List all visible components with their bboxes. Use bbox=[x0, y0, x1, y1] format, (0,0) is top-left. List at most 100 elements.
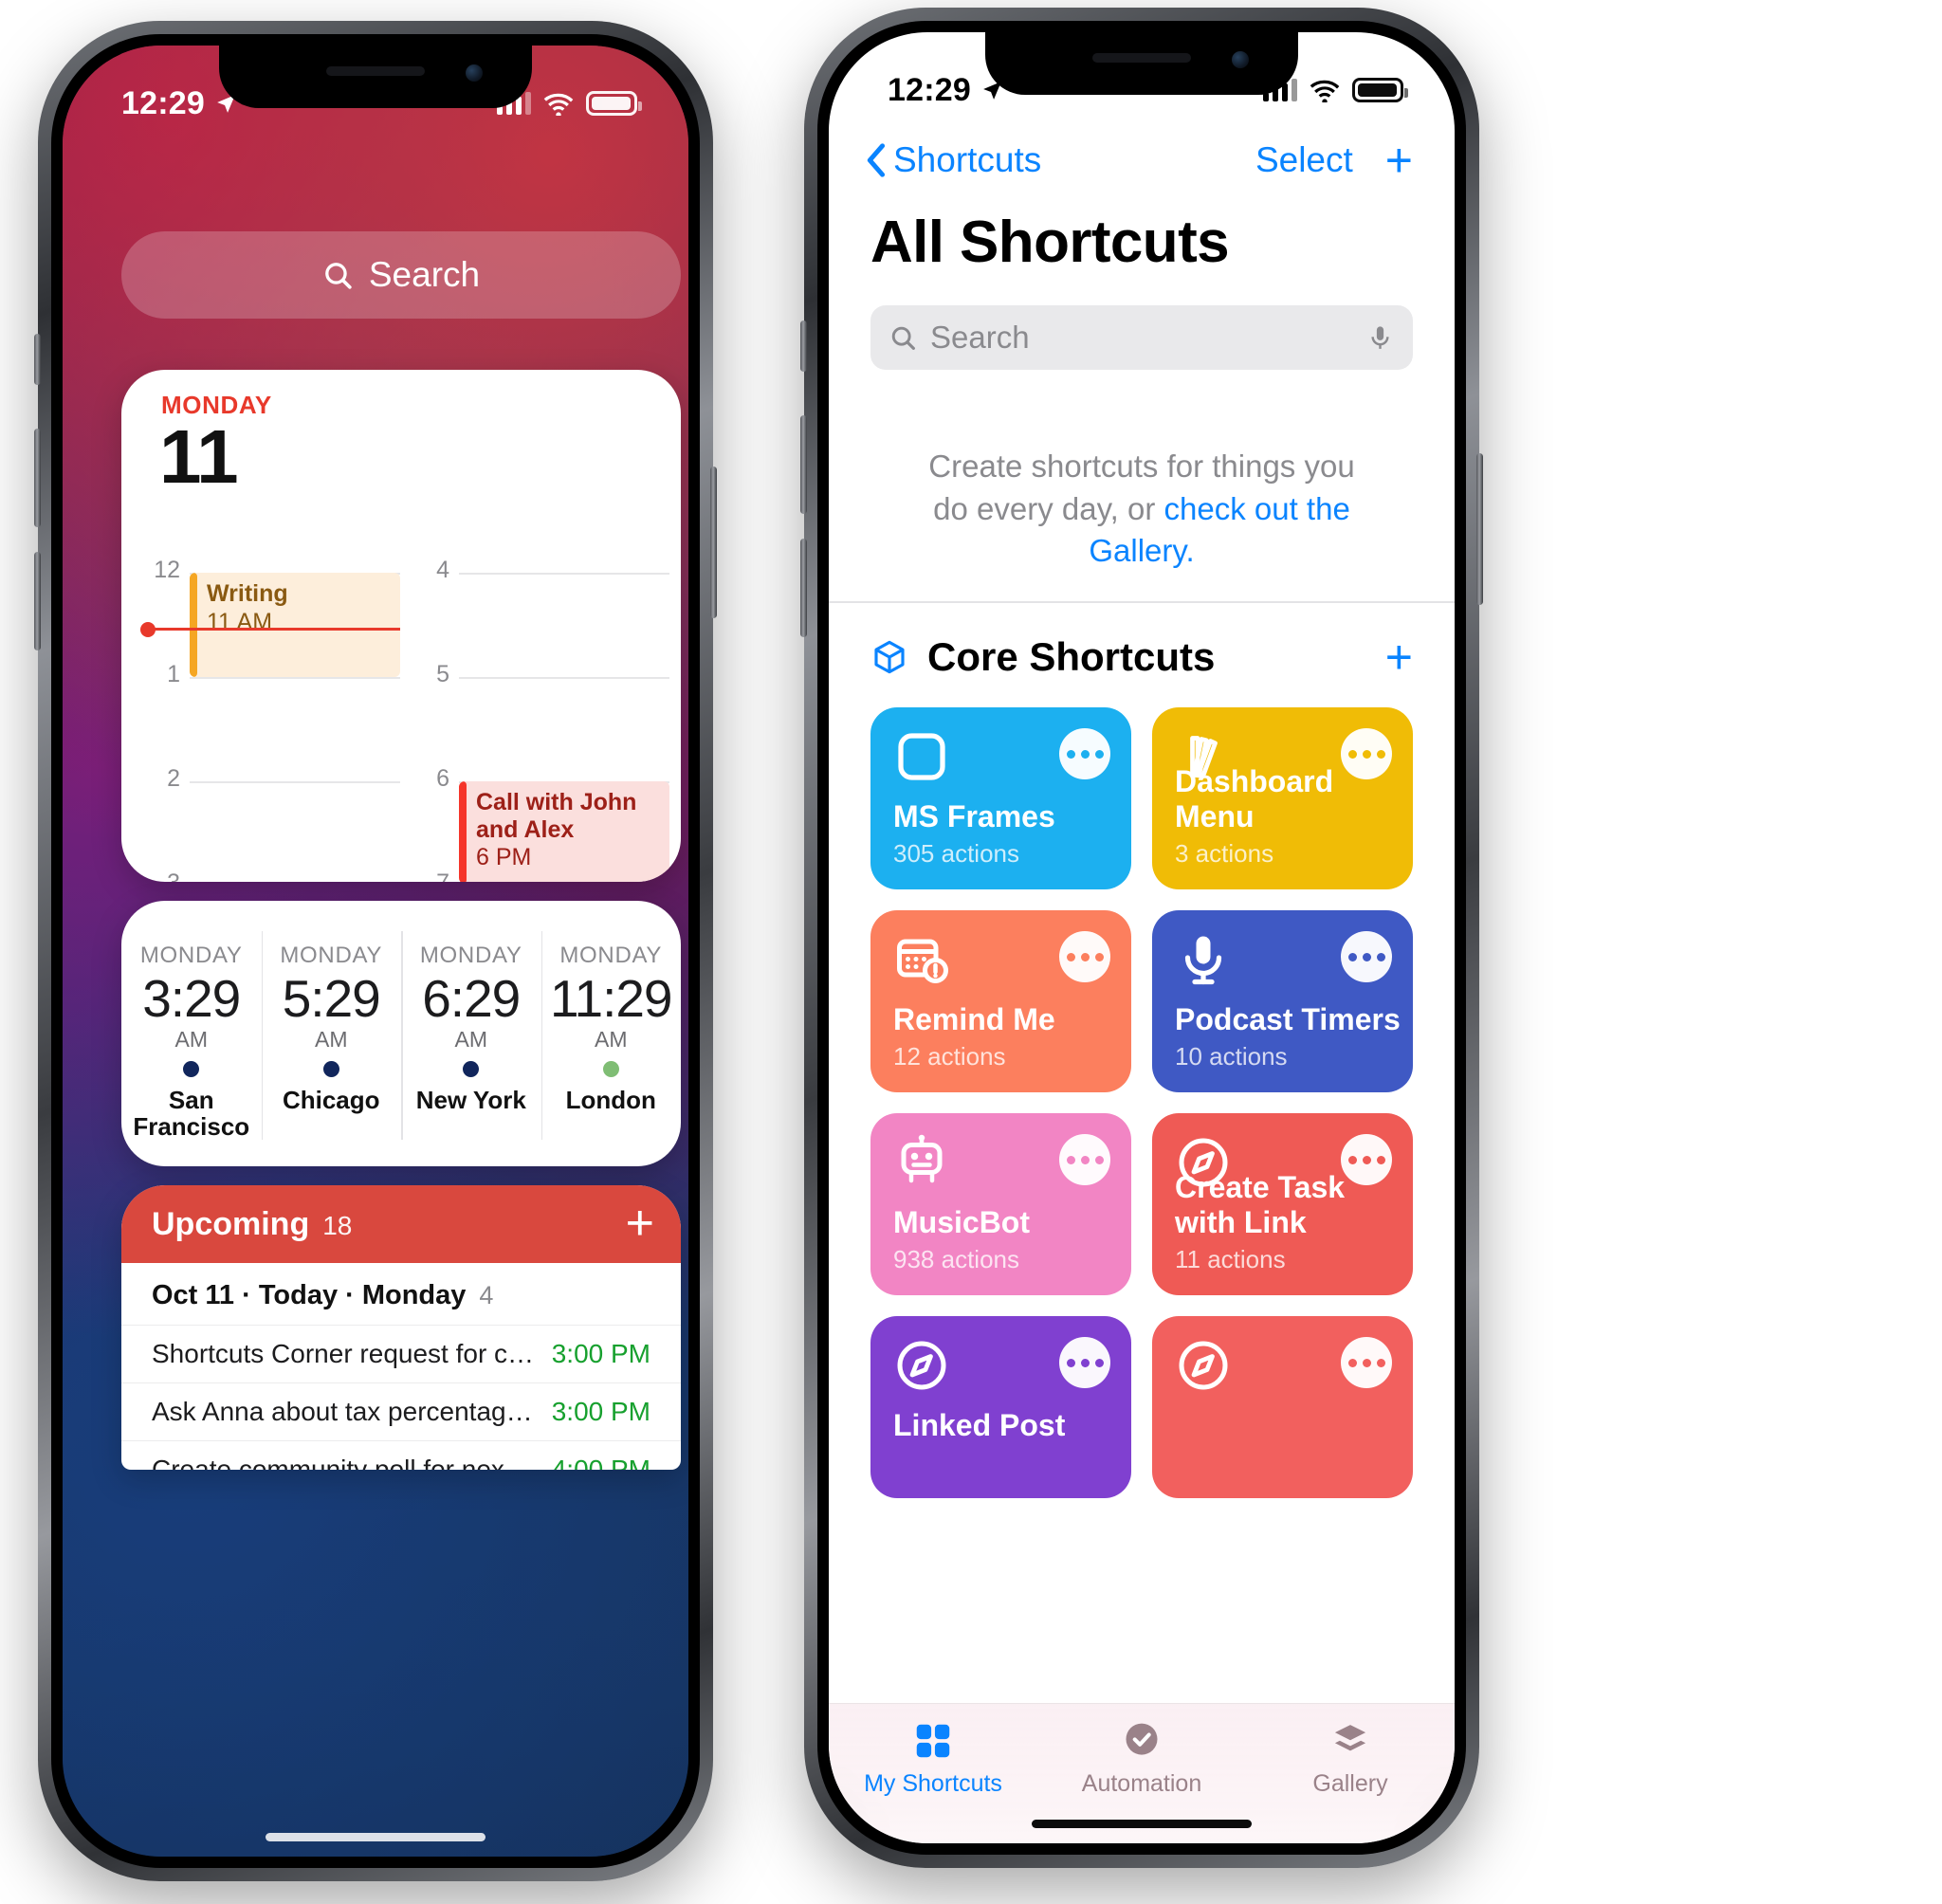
clock-day: MONDAY bbox=[559, 943, 663, 968]
mute-switch[interactable] bbox=[34, 334, 41, 385]
tile-name: Podcast Timers bbox=[1175, 1002, 1401, 1036]
shortcut-tile-remind-me[interactable]: Remind Me 12 actions bbox=[870, 910, 1131, 1092]
search-placeholder: Search bbox=[930, 320, 1030, 355]
microphone-icon[interactable] bbox=[1366, 324, 1394, 352]
shortcut-tile-create-task-with-link[interactable]: Create Task with Link 11 actions bbox=[1152, 1113, 1413, 1295]
home-indicator[interactable] bbox=[1032, 1820, 1252, 1828]
clock-time: 6:29 bbox=[422, 969, 521, 1028]
shortcut-tile-eighth[interactable] bbox=[1152, 1316, 1413, 1498]
world-clock-widget[interactable]: MONDAY 3:29 AM San Francisco MONDAY 5:29… bbox=[121, 901, 681, 1166]
clock-city: San Francisco bbox=[133, 1085, 250, 1142]
front-camera bbox=[466, 64, 483, 82]
tab-gallery[interactable]: Gallery bbox=[1246, 1719, 1455, 1798]
upcoming-title-group: Upcoming 18 bbox=[152, 1206, 352, 1243]
back-button-label: Shortcuts bbox=[893, 140, 1042, 179]
shortcuts-app: 12:29 Shortcuts Select + All Shortcuts S… bbox=[829, 32, 1455, 1843]
task-time: 4:00 PM bbox=[551, 1455, 650, 1470]
tile-name: Dashboard Menu bbox=[1175, 764, 1334, 833]
task-row[interactable]: Shortcuts Corner request for calculate..… bbox=[121, 1325, 681, 1382]
tab-automation[interactable]: Automation bbox=[1037, 1719, 1246, 1798]
upcoming-group-label: Oct 11 · Today · Monday bbox=[152, 1280, 467, 1310]
calendar-column-morning: 12 1 2 3 4 Writing 11 AM bbox=[148, 542, 400, 882]
spotlight-search-button[interactable]: Search bbox=[121, 231, 681, 319]
tile-more-button[interactable] bbox=[1341, 1337, 1392, 1388]
tile-name: MS Frames bbox=[893, 799, 1055, 833]
power-button[interactable] bbox=[1476, 453, 1483, 605]
tile-more-button[interactable] bbox=[1059, 931, 1110, 982]
nav-actions: Select + bbox=[1255, 137, 1413, 184]
daynight-dot-icon bbox=[322, 1060, 339, 1077]
power-button[interactable] bbox=[710, 467, 717, 618]
hour-label: 7 bbox=[417, 870, 449, 882]
event-time: 11 AM bbox=[207, 608, 273, 635]
volume-down-button[interactable] bbox=[800, 539, 807, 637]
calendar-event-call[interactable]: Call with John and Alex 6 PM bbox=[459, 781, 669, 882]
page-title: All Shortcuts bbox=[870, 210, 1230, 275]
clock-day: MONDAY bbox=[419, 943, 522, 968]
clock-ampm: AM bbox=[315, 1026, 348, 1052]
clock-ampm: AM bbox=[454, 1026, 488, 1052]
calendar-widget[interactable]: MONDAY 11 12 1 2 3 4 Writing bbox=[121, 370, 681, 882]
empty-state-message: Create shortcuts for things you do every… bbox=[920, 446, 1364, 573]
calendar-date: 11 bbox=[159, 414, 239, 499]
select-button[interactable]: Select bbox=[1255, 140, 1353, 180]
shortcut-tile-ms-frames[interactable]: MS Frames 305 actions bbox=[870, 707, 1131, 889]
volume-down-button[interactable] bbox=[34, 552, 41, 650]
shortcut-tile-podcast-timers[interactable]: Podcast Timers 10 actions bbox=[1152, 910, 1413, 1092]
spotlight-search-label: Search bbox=[368, 255, 481, 294]
add-task-button[interactable]: + bbox=[626, 1199, 654, 1248]
mute-switch[interactable] bbox=[800, 320, 807, 372]
earpiece-speaker bbox=[326, 66, 425, 76]
tile-actions: 10 actions bbox=[1175, 1042, 1288, 1071]
upcoming-title: Upcoming bbox=[152, 1205, 310, 1242]
battery-icon bbox=[1352, 78, 1408, 102]
calendar-event-writing[interactable]: Writing 11 AM bbox=[190, 573, 400, 677]
tile-actions: 938 actions bbox=[893, 1245, 1019, 1273]
tile-more-button[interactable] bbox=[1059, 1337, 1110, 1388]
grid-icon bbox=[916, 1724, 950, 1758]
daynight-dot-icon bbox=[463, 1060, 480, 1077]
calendar-alert-icon bbox=[896, 939, 948, 984]
tile-name: Remind Me bbox=[893, 1002, 1055, 1036]
upcoming-count: 18 bbox=[322, 1210, 353, 1240]
tile-more-button[interactable] bbox=[1059, 1134, 1110, 1185]
upcoming-tasks-widget[interactable]: Upcoming 18 + Oct 11 · Today · Monday 4 … bbox=[121, 1185, 681, 1470]
tile-name: MusicBot bbox=[893, 1205, 1030, 1239]
robot-icon bbox=[901, 1134, 943, 1183]
tile-more-button[interactable] bbox=[1059, 728, 1110, 779]
volume-up-button[interactable] bbox=[800, 415, 807, 514]
tile-more-button[interactable] bbox=[1341, 931, 1392, 982]
hour-label: 2 bbox=[167, 765, 180, 792]
back-button[interactable]: Shortcuts bbox=[863, 140, 1041, 180]
task-name: Ask Anna about tax percentage for divi..… bbox=[152, 1397, 535, 1426]
event-time: 6 PM bbox=[476, 844, 532, 870]
tile-actions: 12 actions bbox=[893, 1042, 1006, 1071]
search-field[interactable]: Search bbox=[870, 305, 1413, 370]
task-time: 3:00 PM bbox=[551, 1397, 650, 1426]
home-indicator[interactable] bbox=[266, 1833, 486, 1841]
section-title: Core Shortcuts bbox=[927, 634, 1216, 679]
microphone-icon bbox=[1184, 936, 1222, 985]
task-row[interactable]: Create community poll for next AV Club 4… bbox=[121, 1440, 681, 1470]
section-header-core-shortcuts: Core Shortcuts + bbox=[870, 628, 1413, 687]
volume-up-button[interactable] bbox=[34, 429, 41, 527]
task-row[interactable]: Ask Anna about tax percentage for divi..… bbox=[121, 1382, 681, 1440]
shortcuts-app-screen: 12:29 Shortcuts Select + All Shortcuts S… bbox=[829, 32, 1455, 1843]
compass-icon bbox=[1179, 1341, 1228, 1390]
clock-cell-san-francisco: MONDAY 3:29 AM San Francisco bbox=[121, 901, 262, 1166]
current-time-indicator bbox=[140, 622, 400, 637]
upcoming-group-count: 4 bbox=[479, 1281, 494, 1309]
event-color-bar bbox=[190, 573, 197, 677]
add-shortcut-button[interactable]: + bbox=[1385, 137, 1413, 184]
clock-cell-chicago: MONDAY 5:29 AM Chicago bbox=[261, 901, 402, 1166]
tab-my-shortcuts[interactable]: My Shortcuts bbox=[829, 1719, 1037, 1798]
shortcut-tile-musicbot[interactable]: MusicBot 938 actions bbox=[870, 1113, 1131, 1295]
wifi-icon bbox=[1310, 80, 1340, 102]
shortcut-tile-linked-post[interactable]: Linked Post bbox=[870, 1316, 1131, 1498]
device-bezel: 12:29 Shortcuts Select + All Shortcuts S… bbox=[817, 21, 1466, 1855]
shortcut-tile-dashboard-menu[interactable]: Dashboard Menu 3 actions bbox=[1152, 707, 1413, 889]
tile-actions: 305 actions bbox=[893, 839, 1019, 868]
front-camera bbox=[1232, 51, 1249, 68]
section-add-button[interactable]: + bbox=[1385, 633, 1413, 681]
tile-name: Create Task with Link bbox=[1175, 1170, 1346, 1239]
